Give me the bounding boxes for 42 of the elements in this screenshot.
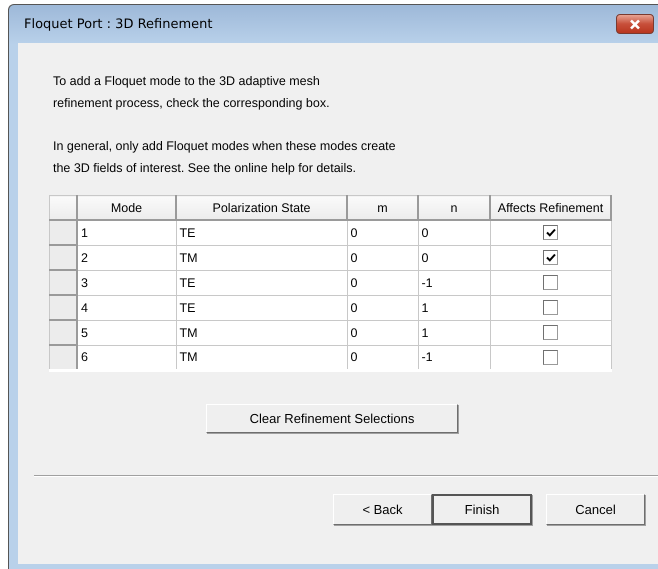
table-cell: TM: [176, 245, 347, 270]
table-cell: 0: [347, 320, 418, 345]
table-cell: 5: [77, 320, 176, 345]
table-cell: 1: [418, 320, 490, 345]
table-cell: 0: [347, 295, 418, 320]
table-cell: TE: [176, 295, 347, 320]
table-cell: 4: [77, 295, 176, 320]
table-cell: TE: [176, 270, 347, 295]
column-header: Mode: [77, 196, 176, 220]
table-cell: 1: [77, 220, 176, 245]
table-cell: 0: [347, 245, 418, 270]
column-header: Polarization State: [176, 196, 347, 220]
table-cell: 0: [347, 220, 418, 245]
row-header[interactable]: [50, 345, 77, 370]
table-cell: 2: [77, 245, 176, 270]
table-cell: -1: [418, 270, 490, 295]
wizard-button[interactable]: Cancel: [546, 494, 645, 525]
table-cell: 0: [418, 245, 490, 270]
column-header: n: [418, 196, 490, 220]
close-icon: [628, 18, 642, 30]
close-button[interactable]: [616, 14, 654, 34]
instruction-text: In general, only add Floquet modes when these modes create the 3D fields of interest. See the online help for details.: [53, 138, 397, 177]
table-cell: TE: [176, 220, 347, 245]
column-header: Affects Refinement: [490, 196, 611, 220]
instruction-text: To add a Floquet mode to the 3D adaptive mesh refinement process, check the corresponding box.: [53, 73, 331, 112]
table-cell: 3: [77, 270, 176, 295]
checkbox[interactable]: [543, 300, 558, 316]
table-cell: TM: [176, 320, 347, 345]
table-cell: 1: [418, 295, 490, 320]
checkbox[interactable]: [543, 350, 558, 365]
checkbox[interactable]: [543, 275, 558, 290]
clear-selections-button[interactable]: Clear Refinement Selections: [206, 404, 458, 433]
window-title: Floquet Port : 3D Refinement: [23, 16, 212, 32]
wizard-button[interactable]: Finish: [432, 494, 532, 525]
checkbox[interactable]: [543, 325, 558, 340]
checkbox[interactable]: [543, 225, 558, 240]
wizard-button[interactable]: < Back: [333, 494, 432, 525]
checkbox[interactable]: [543, 250, 558, 266]
corner-cell: [50, 196, 77, 220]
table-cell: 0: [347, 270, 418, 295]
column-header: m: [347, 196, 418, 220]
table-cell: 0: [418, 220, 490, 245]
